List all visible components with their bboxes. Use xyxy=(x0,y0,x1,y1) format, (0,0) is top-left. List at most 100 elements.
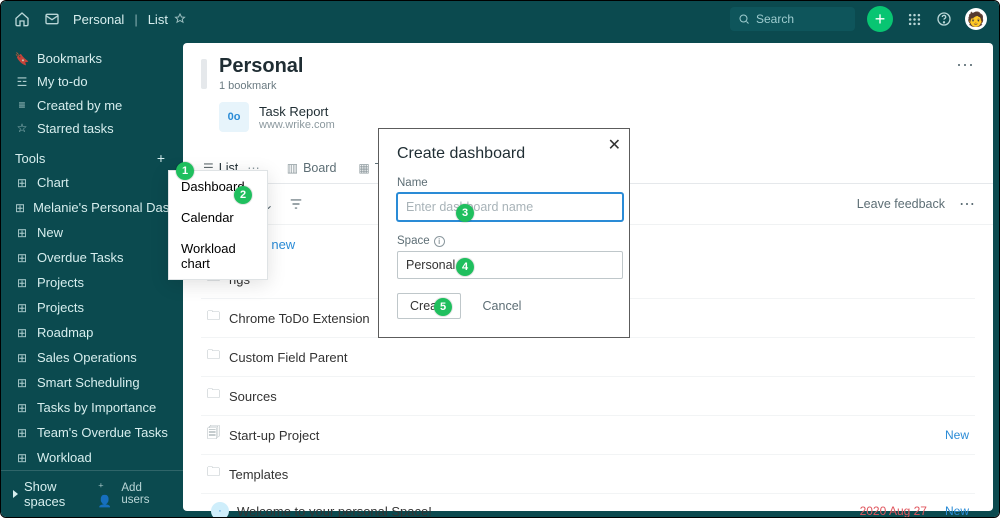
tool-icon: ⊞ xyxy=(15,401,29,415)
bookmark-card[interactable]: 0o Task Report www.wrike.com xyxy=(219,102,335,132)
global-add-button[interactable]: + xyxy=(867,6,893,32)
drag-handle[interactable] xyxy=(201,59,207,89)
filter-icon[interactable] xyxy=(289,197,303,211)
todo-icon: ☲ xyxy=(15,75,29,89)
item-title: Templates xyxy=(229,467,969,482)
close-icon[interactable]: ✕ xyxy=(608,135,621,155)
bookmark-icon: 🔖 xyxy=(15,52,29,66)
sidebar-tool-item[interactable]: ⊞Team's Overdue Tasks xyxy=(1,420,183,445)
breadcrumb-view: List xyxy=(148,12,168,27)
apps-grid-icon[interactable] xyxy=(905,10,923,28)
sidebar: 🔖Bookmarks ☲My to-do ≡Created by me ☆Sta… xyxy=(1,37,183,517)
user-avatar-icon: · xyxy=(211,502,229,518)
list-item[interactable]: 🗀Custom Field Parent xyxy=(201,337,975,376)
space-label: Spacei xyxy=(397,235,611,247)
search-input[interactable]: Search xyxy=(730,7,855,31)
sidebar-tool-item[interactable]: ⊞Melanie's Personal Dashboard xyxy=(1,195,183,220)
add-user-icon: ⁺👤 xyxy=(98,480,118,508)
sidebar-tool-item[interactable]: ⊞Workload xyxy=(1,445,183,470)
list-item[interactable]: 🗐Start-up ProjectNew xyxy=(201,415,975,454)
list-item[interactable]: 🗀Sources xyxy=(201,376,975,415)
info-icon[interactable]: i xyxy=(434,236,445,247)
more-menu-button[interactable]: ⋯ xyxy=(956,55,975,76)
dropdown-item-calendar[interactable]: Calendar xyxy=(169,202,267,233)
sidebar-tool-item[interactable]: ⊞New xyxy=(1,220,183,245)
tool-icon: ⊞ xyxy=(15,226,29,240)
sidebar-tool-item[interactable]: ⊞Sales Operations xyxy=(1,345,183,370)
list-item[interactable]: 🗀Templates xyxy=(201,454,975,493)
tool-icon: ⊞ xyxy=(15,326,29,340)
callout-5: 5 xyxy=(434,298,452,316)
tool-icon: ⊞ xyxy=(15,176,29,190)
space-select[interactable]: Personal xyxy=(397,251,623,279)
tool-icon: ⊞ xyxy=(15,301,29,315)
avatar[interactable]: 🧑 xyxy=(965,8,987,30)
tool-icon: ⊞ xyxy=(15,276,29,290)
sidebar-tool-item[interactable]: ⊞Projects xyxy=(1,270,183,295)
item-title: Welcome to your personal Space! xyxy=(237,504,860,518)
bookmark-title: Task Report xyxy=(259,104,335,119)
sidebar-tool-item[interactable]: ⊞Projects xyxy=(1,295,183,320)
sidebar-item-mytodo[interactable]: ☲My to-do xyxy=(1,70,183,93)
callout-3: 3 xyxy=(456,204,474,222)
sidebar-tool-item[interactable]: ⊞Roadmap xyxy=(1,320,183,345)
folder-icon: 🗀 xyxy=(207,307,229,329)
sidebar-tool-item[interactable]: ⊞Smart Scheduling xyxy=(1,370,183,395)
folder-icon: 🗀 xyxy=(207,385,229,407)
item-date: 2020 Aug 27 xyxy=(860,504,927,518)
item-title: Sources xyxy=(229,389,969,404)
sidebar-tool-item[interactable]: ⊞Chart xyxy=(1,170,183,195)
item-title: Custom Field Parent xyxy=(229,350,969,365)
name-label: Name xyxy=(397,177,611,189)
list-item[interactable]: · Welcome to your personal Space!2020 Aug… xyxy=(201,493,975,518)
add-tool-button[interactable]: + xyxy=(153,150,169,166)
page-subtitle: 1 bookmark xyxy=(219,80,335,92)
item-status: New xyxy=(945,504,969,518)
tool-icon: ⊞ xyxy=(15,251,29,265)
show-spaces-button[interactable]: Show spaces xyxy=(13,479,98,509)
pin-icon[interactable] xyxy=(174,13,186,25)
add-tool-dropdown: Dashboard Calendar Workload chart xyxy=(168,170,268,280)
star-icon: ☆ xyxy=(15,121,29,135)
sidebar-item-createdbyme[interactable]: ≡Created by me xyxy=(1,94,183,117)
help-icon[interactable] xyxy=(935,10,953,28)
breadcrumb[interactable]: Personal | List xyxy=(73,12,186,27)
folder-icon: 🗀 xyxy=(207,346,229,368)
callout-1: 1 xyxy=(176,162,194,180)
search-placeholder: Search xyxy=(756,12,794,26)
sidebar-tool-item[interactable]: ⊞Overdue Tasks xyxy=(1,245,183,270)
list-icon: ≡ xyxy=(15,98,29,112)
dashboard-name-input[interactable] xyxy=(397,193,623,221)
page-title: Personal xyxy=(219,55,335,78)
toolbar-more-button[interactable]: ⋯ xyxy=(959,194,975,214)
tool-icon: ⊞ xyxy=(15,351,29,365)
home-icon[interactable] xyxy=(13,10,31,28)
item-title: Start-up Project xyxy=(229,428,945,443)
add-users-button[interactable]: ⁺👤 Add users xyxy=(98,480,171,508)
inbox-icon[interactable] xyxy=(43,10,61,28)
modal-title: Create dashboard xyxy=(397,145,611,163)
breadcrumb-space: Personal xyxy=(73,12,124,27)
leave-feedback-link[interactable]: Leave feedback xyxy=(857,197,945,211)
tool-icon: ⊞ xyxy=(15,376,29,390)
tab-board[interactable]: ▥Board xyxy=(285,153,339,183)
folder-icon: 🗀 xyxy=(207,463,229,485)
cancel-button[interactable]: Cancel xyxy=(471,293,534,319)
sidebar-item-starred[interactable]: ☆Starred tasks xyxy=(1,117,183,140)
callout-2: 2 xyxy=(234,186,252,204)
sidebar-tools-header: Tools + xyxy=(1,140,183,170)
board-view-icon: ▥ xyxy=(287,161,298,175)
bookmark-url: www.wrike.com xyxy=(259,119,335,131)
project-icon: 🗐 xyxy=(207,424,229,446)
topbar: Personal | List Search + 🧑 xyxy=(1,1,999,37)
sidebar-item-bookmarks[interactable]: 🔖Bookmarks xyxy=(1,47,183,70)
tool-icon: ⊞ xyxy=(15,426,29,440)
bookmark-thumb: 0o xyxy=(219,102,249,132)
dropdown-item-workload[interactable]: Workload chart xyxy=(169,233,267,279)
tool-icon: ⊞ xyxy=(15,201,25,215)
callout-4: 4 xyxy=(456,258,474,276)
triangle-right-icon xyxy=(13,490,18,498)
table-view-icon: ▦ xyxy=(358,161,369,175)
tool-icon: ⊞ xyxy=(15,451,29,465)
sidebar-tool-item[interactable]: ⊞Tasks by Importance xyxy=(1,395,183,420)
